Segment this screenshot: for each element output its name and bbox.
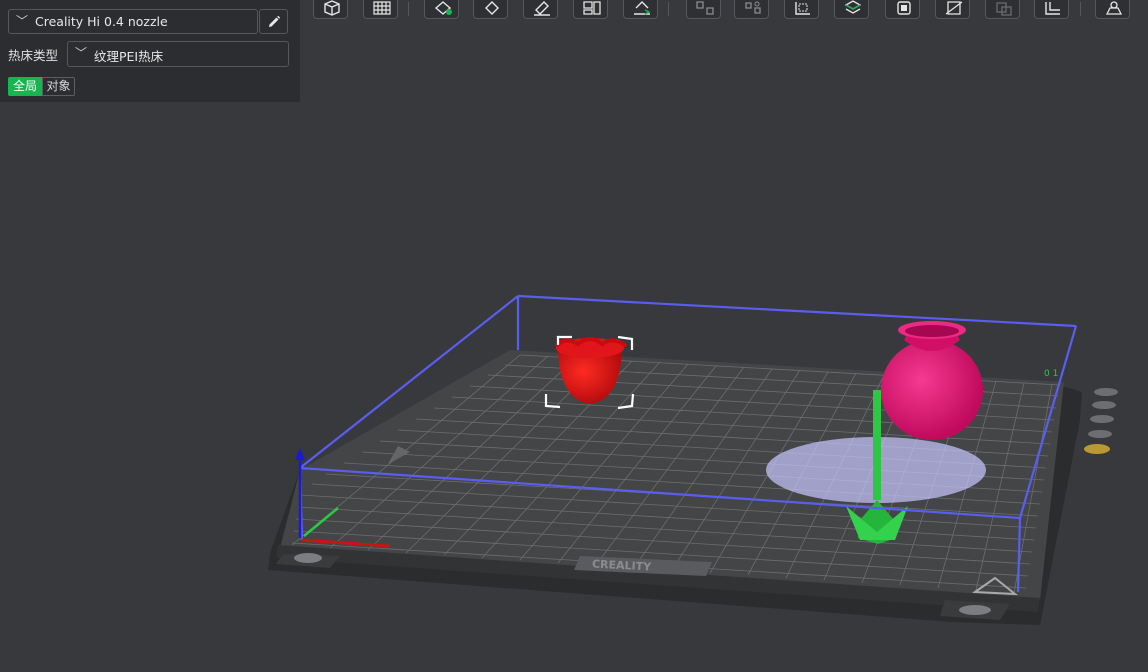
assembly-button[interactable] [1095,0,1130,19]
orient-icon [485,1,499,15]
auto-arrange-icon [434,1,452,15]
chevron-down-icon: ﹀ [16,14,29,28]
pencil-icon [269,15,281,27]
split-button[interactable] [573,0,608,19]
seam-paint-button[interactable] [935,0,970,19]
flatten-icon [634,1,651,15]
svg-text:0 1: 0 1 [1044,369,1058,379]
fuzzy-skin-icon [996,2,1012,16]
assembly-icon [1105,1,1123,15]
print-settings-panel: ﹀ Creality Hi 0.4 nozzle 热床类型 ﹀ 纹理PEI热床 … [0,0,300,102]
measure-button[interactable] [784,0,819,19]
tab-global[interactable]: 全局 [8,77,42,96]
flatten-button[interactable] [623,0,658,19]
vase-object[interactable] [881,321,983,440]
grid-plate-button[interactable] [363,0,398,19]
cut-button[interactable] [686,0,721,19]
add-cube-button[interactable] [313,0,348,19]
boolean-button[interactable] [1034,0,1069,19]
cut-parts-button[interactable] [734,0,769,19]
orient-button[interactable] [473,0,508,19]
toolbar-divider [668,2,669,16]
toolbar-divider [1080,2,1081,16]
fuzzy-skin-button[interactable] [985,0,1020,19]
auto-arrange-button[interactable] [424,0,459,19]
lay-on-face-button[interactable] [523,0,558,19]
variable-layer-button[interactable] [834,0,869,19]
seam-paint-icon [945,1,963,15]
grid-plate-icon [373,1,391,15]
toolbar-divider [408,2,409,16]
add-cube-icon [324,0,340,16]
lay-on-face-icon [534,1,550,16]
bed-type-dropdown[interactable]: ﹀ 纹理PEI热床 [67,41,289,67]
variable-layer-icon [844,0,862,14]
printer-name: Creality Hi 0.4 nozzle [35,14,168,29]
printer-dropdown[interactable]: ﹀ Creality Hi 0.4 nozzle [8,9,258,34]
measure-icon [795,2,810,15]
support-paint-button[interactable] [885,0,920,19]
chevron-down-icon: ﹀ [75,46,88,60]
bed-type-label: 热床类型 [8,48,59,63]
support-paint-icon [897,1,911,15]
boolean-icon [1045,2,1060,15]
cut-icon [696,1,714,15]
tab-object[interactable]: 对象 [42,77,75,96]
split-icon [583,1,601,15]
bed-type-value: 纹理PEI热床 [94,49,164,64]
cut-parts-icon [745,1,761,14]
edit-printer-button[interactable] [259,9,288,34]
